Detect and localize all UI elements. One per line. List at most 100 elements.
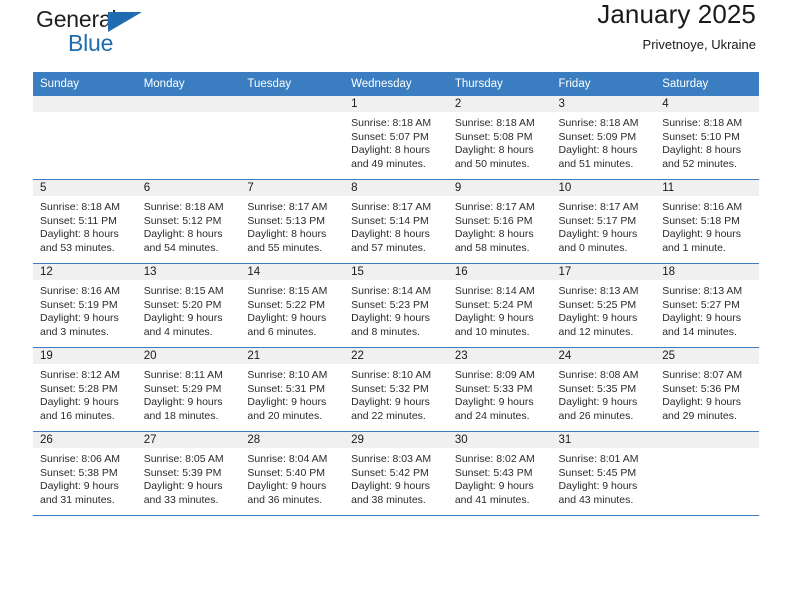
day-details: Sunrise: 8:16 AM Sunset: 5:19 PM Daylight:… (33, 280, 137, 339)
sunset-text: Sunset: 5:29 PM (143, 382, 222, 395)
day-number: 15 (344, 264, 448, 280)
weekday-header-tuesday: Tuesday (240, 72, 345, 96)
calendar-day-cell[interactable]: 7 Sunrise: 8:17 AM Sunset: 5:13 PM Daylight… (240, 179, 345, 264)
sunrise-text: Sunrise: 8:11 AM (143, 369, 223, 381)
daylight-text-line1: Daylight: 9 hours (143, 480, 223, 493)
calendar-day-cell[interactable]: 29 Sunrise: 8:03 AM Sunset: 5:42 PM Dayligh… (344, 431, 448, 515)
daylight-text-line2: and 12 minutes. (558, 325, 634, 338)
calendar-day-cell[interactable]: 17 Sunrise: 8:13 AM Sunset: 5:25 PM Dayligh… (551, 263, 656, 348)
sunrise-text: Sunrise: 8:14 AM (351, 285, 432, 297)
calendar-day-cell[interactable]: 23 Sunrise: 8:09 AM Sunset: 5:33 PM Dayligh… (447, 347, 552, 432)
day-number (33, 96, 137, 112)
day-details: Sunrise: 8:12 AM Sunset: 5:28 PM Daylight:… (33, 364, 137, 423)
daylight-text-line1: Daylight: 8 hours (40, 228, 119, 241)
sunset-text: Sunset: 5:07 PM (351, 130, 429, 143)
calendar-day-cell[interactable]: 25 Sunrise: 8:07 AM Sunset: 5:36 PM Dayligh… (655, 347, 759, 432)
daylight-text-line2: and 26 minutes. (558, 409, 634, 422)
calendar-day-cell[interactable]: 14 Sunrise: 8:15 AM Sunset: 5:22 PM Dayligh… (240, 263, 345, 348)
daylight-text-line1: Daylight: 9 hours (351, 312, 430, 325)
sunrise-text: Sunrise: 8:02 AM (454, 453, 535, 465)
daylight-text-line2: and 1 minute. (662, 241, 726, 254)
calendar-day-cell[interactable]: 16 Sunrise: 8:14 AM Sunset: 5:24 PM Dayligh… (447, 263, 552, 348)
calendar-day-cell[interactable]: 24 Sunrise: 8:08 AM Sunset: 5:35 PM Dayligh… (551, 347, 656, 432)
day-details: Sunrise: 8:08 AM Sunset: 5:35 PM Daylight:… (552, 364, 656, 423)
day-details: Sunrise: 8:10 AM Sunset: 5:31 PM Daylight:… (240, 364, 344, 423)
day-details: Sunrise: 8:18 AM Sunset: 5:09 PM Daylight:… (552, 112, 656, 171)
calendar-day-cell[interactable]: 4 Sunrise: 8:18 AM Sunset: 5:10 PM Daylight… (655, 95, 759, 180)
sunset-text: Sunset: 5:40 PM (247, 466, 326, 479)
calendar-day-cell[interactable]: 6 Sunrise: 8:18 AM Sunset: 5:12 PM Daylight… (136, 179, 241, 264)
sunrise-text: Sunrise: 8:05 AM (143, 453, 224, 465)
sunrise-text: Sunrise: 8:09 AM (454, 369, 535, 381)
daylight-text-line2: and 29 minutes. (662, 409, 737, 422)
calendar-page: General Blue January 2025 Privetnoye, Uk… (0, 0, 792, 612)
sunset-text: Sunset: 5:25 PM (558, 298, 637, 311)
daylight-text-line2: and 14 minutes. (662, 325, 737, 338)
daylight-text-line2: and 3 minutes. (40, 325, 109, 338)
daylight-text-line1: Daylight: 9 hours (351, 480, 430, 493)
calendar-day-cell[interactable]: 10 Sunrise: 8:17 AM Sunset: 5:17 PM Dayligh… (551, 179, 656, 264)
day-details: Sunrise: 8:18 AM Sunset: 5:07 PM Daylight:… (344, 112, 448, 171)
calendar-day-cell[interactable]: 15 Sunrise: 8:14 AM Sunset: 5:23 PM Dayligh… (344, 263, 448, 348)
calendar-day-cell[interactable]: 26 Sunrise: 8:06 AM Sunset: 5:38 PM Dayligh… (33, 431, 137, 515)
weekday-header-saturday: Saturday (655, 72, 759, 96)
calendar-day-cell[interactable]: 30 Sunrise: 8:02 AM Sunset: 5:43 PM Dayligh… (447, 431, 552, 515)
calendar-week-row: 12 Sunrise: 8:16 AM Sunset: 5:19 PM Dayligh… (33, 263, 759, 348)
calendar-day-cell[interactable]: 9 Sunrise: 8:17 AM Sunset: 5:16 PM Daylight… (447, 179, 552, 264)
calendar-day-cell[interactable]: 20 Sunrise: 8:11 AM Sunset: 5:29 PM Dayligh… (136, 347, 241, 432)
calendar-day-cell[interactable]: 28 Sunrise: 8:04 AM Sunset: 5:40 PM Dayligh… (240, 431, 345, 515)
calendar-day-cell[interactable]: 5 Sunrise: 8:18 AM Sunset: 5:11 PM Daylight… (33, 179, 137, 264)
calendar-day-cell[interactable]: 11 Sunrise: 8:16 AM Sunset: 5:18 PM Dayligh… (655, 179, 759, 264)
calendar-day-cell[interactable]: 18 Sunrise: 8:13 AM Sunset: 5:27 PM Dayligh… (655, 263, 759, 348)
day-details (33, 112, 137, 117)
calendar-day-cell[interactable]: 12 Sunrise: 8:16 AM Sunset: 5:19 PM Dayligh… (33, 263, 137, 348)
day-details: Sunrise: 8:10 AM Sunset: 5:32 PM Daylight:… (344, 364, 448, 423)
daylight-text-line1: Daylight: 9 hours (558, 312, 638, 325)
daylight-text-line2: and 49 minutes. (351, 157, 426, 170)
daylight-text-line1: Daylight: 9 hours (247, 312, 327, 325)
calendar-day-cell[interactable]: 19 Sunrise: 8:12 AM Sunset: 5:28 PM Dayligh… (33, 347, 137, 432)
sunset-text: Sunset: 5:10 PM (662, 130, 740, 143)
sunset-text: Sunset: 5:14 PM (351, 214, 429, 227)
calendar-day-cell[interactable]: 21 Sunrise: 8:10 AM Sunset: 5:31 PM Dayligh… (240, 347, 345, 432)
calendar-day-cell[interactable]: 8 Sunrise: 8:17 AM Sunset: 5:14 PM Daylight… (344, 179, 448, 264)
day-number: 18 (655, 264, 759, 280)
weekday-header-wednesday: Wednesday (344, 72, 448, 96)
day-number: 27 (136, 432, 241, 448)
day-number: 8 (344, 180, 448, 196)
sunrise-text: Sunrise: 8:16 AM (40, 285, 120, 297)
daylight-text-line1: Daylight: 9 hours (558, 396, 638, 409)
calendar-day-cell[interactable]: 3 Sunrise: 8:18 AM Sunset: 5:09 PM Daylight… (551, 95, 656, 180)
calendar-day-cell[interactable]: 13 Sunrise: 8:15 AM Sunset: 5:20 PM Dayligh… (136, 263, 241, 348)
day-number (136, 96, 241, 112)
daylight-text-line1: Daylight: 9 hours (143, 312, 223, 325)
calendar-day-cell[interactable]: 27 Sunrise: 8:05 AM Sunset: 5:39 PM Dayligh… (136, 431, 241, 515)
daylight-text-line2: and 20 minutes. (247, 409, 323, 422)
day-details: Sunrise: 8:17 AM Sunset: 5:14 PM Daylight:… (344, 196, 448, 255)
sunrise-text: Sunrise: 8:18 AM (351, 117, 432, 129)
day-number: 2 (447, 96, 552, 112)
sunrise-text: Sunrise: 8:10 AM (351, 369, 432, 381)
day-details: Sunrise: 8:18 AM Sunset: 5:08 PM Daylight:… (448, 112, 552, 171)
sunset-text: Sunset: 5:24 PM (454, 298, 533, 311)
calendar-day-cell[interactable]: 31 Sunrise: 8:01 AM Sunset: 5:45 PM Dayligh… (551, 431, 656, 515)
daylight-text-line1: Daylight: 9 hours (662, 228, 742, 241)
daylight-text-line2: and 54 minutes. (143, 241, 219, 254)
sunset-text: Sunset: 5:32 PM (351, 382, 429, 395)
calendar-day-cell[interactable]: 22 Sunrise: 8:10 AM Sunset: 5:32 PM Dayligh… (344, 347, 448, 432)
daylight-text-line1: Daylight: 9 hours (40, 480, 119, 493)
sunset-text: Sunset: 5:08 PM (454, 130, 533, 143)
sunrise-text: Sunrise: 8:18 AM (662, 117, 743, 129)
day-details: Sunrise: 8:09 AM Sunset: 5:33 PM Daylight:… (448, 364, 552, 423)
calendar-body: 1 Sunrise: 8:18 AM Sunset: 5:07 PM Daylight… (33, 95, 759, 515)
sunset-text: Sunset: 5:22 PM (247, 298, 326, 311)
calendar-day-cell[interactable]: 1 Sunrise: 8:18 AM Sunset: 5:07 PM Daylight… (344, 95, 448, 180)
day-number: 23 (447, 348, 552, 364)
daylight-text-line2: and 10 minutes. (454, 325, 530, 338)
daylight-text-line2: and 52 minutes. (662, 157, 737, 170)
daylight-text-line1: Daylight: 9 hours (454, 312, 534, 325)
general-blue-logo[interactable]: General Blue (36, 8, 266, 55)
calendar-day-cell[interactable]: 2 Sunrise: 8:18 AM Sunset: 5:08 PM Daylight… (447, 95, 552, 180)
day-details (655, 448, 759, 453)
day-details: Sunrise: 8:15 AM Sunset: 5:20 PM Daylight:… (137, 280, 241, 339)
